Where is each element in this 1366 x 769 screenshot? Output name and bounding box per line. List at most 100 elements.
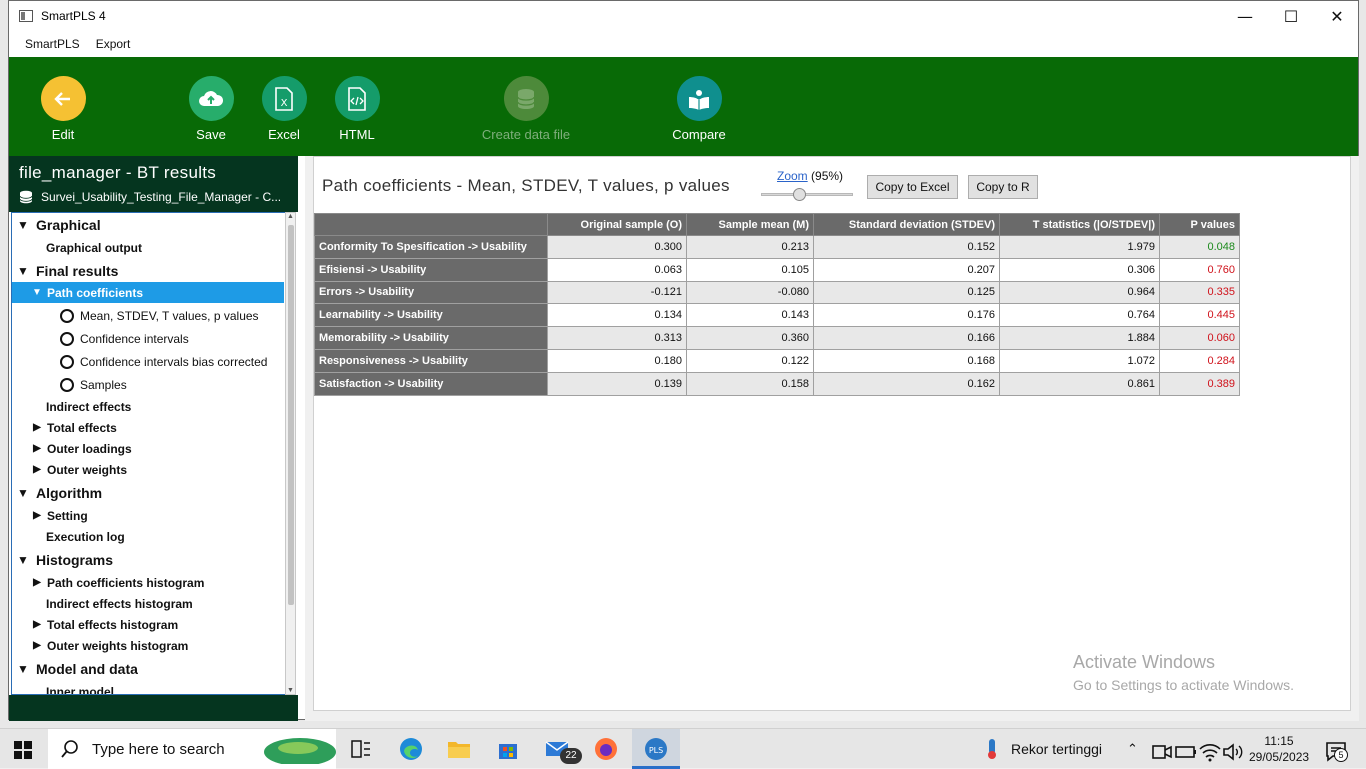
task-view-icon[interactable] [349,737,373,761]
original-sample-cell[interactable]: 0.139 [547,371,687,396]
p-value-cell[interactable]: 0.389 [1159,371,1240,396]
t-statistic-cell[interactable]: 1.884 [999,326,1160,350]
smartpls-taskbar-button[interactable]: PLS [632,729,680,769]
option-ci-bias-corrected[interactable]: Confidence intervals bias corrected [12,351,284,372]
thermometer-icon[interactable] [980,737,1004,761]
battery-icon[interactable] [1174,740,1198,764]
meet-now-icon[interactable] [1150,740,1174,764]
tree-indirect-effects-histogram[interactable]: Indirect effects histogram [12,593,284,614]
sample-mean-cell[interactable]: 0.213 [686,235,814,259]
sample-mean-cell[interactable]: 0.158 [686,371,814,396]
create-data-file-button[interactable]: Create data file [481,76,571,142]
sample-mean-cell[interactable]: 0.360 [686,326,814,350]
option-mean-stdev[interactable]: Mean, STDEV, T values, p values [12,305,284,326]
dataset-name: Survei_Usability_Testing_File_Manager - … [41,190,282,204]
volume-icon[interactable] [1221,740,1245,764]
row-label[interactable]: Memorability -> Usability [314,326,548,350]
minimize-button[interactable]: — [1222,1,1268,31]
stdev-cell[interactable]: 0.162 [813,371,1000,396]
menu-export[interactable]: Export [96,37,131,51]
original-sample-cell[interactable]: 0.300 [547,235,687,259]
tree-model-and-data[interactable]: ▼ Model and data [12,658,284,679]
tree-execution-log[interactable]: Execution log [12,526,284,547]
tree-inner-model[interactable]: Inner model [12,681,284,695]
edge-browser-icon[interactable] [399,737,423,761]
row-label[interactable]: Learnability -> Usability [314,303,548,328]
show-hidden-icons[interactable]: ⌃ [1127,729,1138,769]
original-sample-cell[interactable]: 0.180 [547,348,687,373]
t-statistic-cell[interactable]: 0.861 [999,371,1160,396]
row-label[interactable]: Satisfaction -> Usability [314,371,548,396]
original-sample-cell[interactable]: 0.134 [547,303,687,328]
weather-text[interactable]: Rekor tertinggi [1011,729,1102,769]
tree-graphical-output[interactable]: Graphical output [12,237,284,258]
stdev-cell[interactable]: 0.166 [813,326,1000,350]
t-statistic-cell[interactable]: 0.764 [999,303,1160,328]
tree-total-effects[interactable]: ▶ Total effects [12,417,284,438]
tree-outer-weights[interactable]: ▶ Outer weights [12,459,284,480]
scrollbar-thumb[interactable] [288,225,294,605]
p-value-cell[interactable]: 0.284 [1159,348,1240,373]
option-confidence-intervals[interactable]: Confidence intervals [12,328,284,349]
sample-mean-cell[interactable]: -0.080 [686,280,814,305]
row-label[interactable]: Responsiveness -> Usability [314,348,548,373]
menu-smartpls[interactable]: SmartPLS [25,37,80,51]
windows-start-icon[interactable] [14,741,32,759]
stdev-cell[interactable]: 0.176 [813,303,1000,328]
copy-to-excel-button[interactable]: Copy to Excel [867,175,958,199]
sample-mean-cell[interactable]: 0.105 [686,257,814,282]
file-explorer-icon[interactable] [447,737,471,761]
tree-path-coefficients-histogram[interactable]: ▶ Path coefficients histogram [12,572,284,593]
slider-knob[interactable] [793,188,806,201]
maximize-button[interactable]: ☐ [1268,1,1314,31]
tree-algorithm[interactable]: ▼ Algorithm [12,482,284,503]
stdev-cell[interactable]: 0.152 [813,235,1000,259]
edit-button[interactable]: Edit [18,76,108,142]
store-icon[interactable] [496,737,520,761]
scroll-up-icon[interactable]: ▲ [287,213,294,220]
p-value-cell[interactable]: 0.048 [1159,235,1240,259]
original-sample-cell[interactable]: 0.313 [547,326,687,350]
tree-scrollbar[interactable]: ▲ ▼ [285,212,296,695]
tree-setting[interactable]: ▶ Setting [12,505,284,526]
taskbar-search[interactable]: Type here to search [48,729,336,769]
sample-mean-cell[interactable]: 0.122 [686,348,814,373]
tree-outer-loadings[interactable]: ▶ Outer loadings [12,438,284,459]
stdev-cell[interactable]: 0.207 [813,257,1000,282]
row-label[interactable]: Efisiensi -> Usability [314,257,548,282]
p-value-cell[interactable]: 0.760 [1159,257,1240,282]
t-statistic-cell[interactable]: 0.306 [999,257,1160,282]
original-sample-cell[interactable]: 0.063 [547,257,687,282]
stdev-cell[interactable]: 0.168 [813,348,1000,373]
tree-graphical[interactable]: ▼ Graphical [12,214,284,235]
compare-label: Compare [672,127,726,142]
scroll-down-icon[interactable]: ▼ [287,687,294,694]
t-statistic-cell[interactable]: 1.072 [999,348,1160,373]
p-value-cell[interactable]: 0.335 [1159,280,1240,305]
wifi-icon[interactable] [1198,740,1222,764]
tree-histograms[interactable]: ▼ Histograms [12,549,284,570]
row-label[interactable]: Conformity To Spesification -> Usability [314,235,548,259]
system-clock[interactable]: 11:15 29/05/2023 [1249,733,1309,765]
option-samples[interactable]: Samples [12,374,284,395]
sample-mean-cell[interactable]: 0.143 [686,303,814,328]
row-label[interactable]: Errors -> Usability [314,280,548,305]
tree-path-coefficients[interactable]: ▼ Path coefficients [12,282,284,303]
p-value-cell[interactable]: 0.060 [1159,326,1240,350]
tree-outer-weights-histogram[interactable]: ▶ Outer weights histogram [12,635,284,656]
p-value-cell[interactable]: 0.445 [1159,303,1240,328]
tree-indirect-effects[interactable]: Indirect effects [12,396,284,417]
original-sample-cell[interactable]: -0.121 [547,280,687,305]
firefox-icon[interactable] [594,737,618,761]
tree-total-effects-histogram[interactable]: ▶ Total effects histogram [12,614,284,635]
tree-final-results[interactable]: ▼ Final results [12,260,284,281]
close-button[interactable]: ✕ [1314,1,1360,31]
t-statistic-cell[interactable]: 1.979 [999,235,1160,259]
compare-button[interactable]: Compare [654,76,744,142]
copy-to-r-button[interactable]: Copy to R [968,175,1038,199]
html-button[interactable]: HTML [312,76,402,142]
zoom-link[interactable]: Zoom [777,169,808,183]
t-statistic-cell[interactable]: 0.964 [999,280,1160,305]
stdev-cell[interactable]: 0.125 [813,280,1000,305]
zoom-slider[interactable] [761,188,853,201]
